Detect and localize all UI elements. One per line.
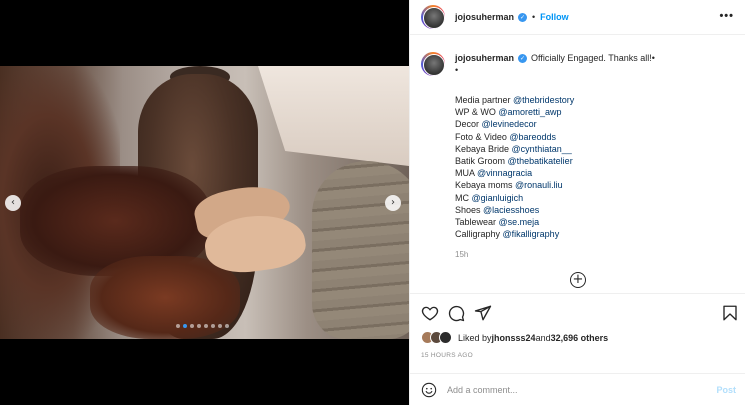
credit-mention-link[interactable]: @laciesshoes xyxy=(483,205,539,215)
next-slide-button[interactable]: › xyxy=(385,195,401,211)
caption-time[interactable]: 15h xyxy=(455,249,655,261)
credit-label: Foto & Video xyxy=(455,131,510,142)
credit-label: Kebaya moms xyxy=(455,180,516,191)
post-side-panel: jojosuherman ✓ • Follow ••• jojosuherman… xyxy=(409,0,745,405)
credit-mention-link[interactable]: @amoretti_awp xyxy=(498,107,561,117)
credit-mention-link[interactable]: @thebridestory xyxy=(513,95,574,105)
header-username[interactable]: jojosuherman xyxy=(455,12,514,22)
credit-line: Kebaya Bride @cynthiatan__ xyxy=(455,143,655,155)
likes-middle: and xyxy=(535,332,551,343)
credit-label: MUA xyxy=(455,168,478,179)
credit-line: Tablewear @se.meja xyxy=(455,216,655,228)
credit-label: MC xyxy=(455,192,472,203)
carousel-dots xyxy=(176,324,229,328)
carousel-dot xyxy=(225,324,229,328)
chevron-left-icon: ‹ xyxy=(11,197,15,208)
post-photo xyxy=(0,66,409,339)
caption-avatar[interactable] xyxy=(421,52,445,76)
bookmark-icon xyxy=(723,305,737,321)
credit-label: Batik Groom xyxy=(455,155,508,166)
credit-label: Tablewear xyxy=(455,216,499,227)
credit-label: Decor xyxy=(455,119,482,130)
credit-mention-link[interactable]: @thebatikatelier xyxy=(508,156,573,166)
avatar[interactable] xyxy=(421,5,445,29)
credit-line: MC @gianluigich xyxy=(455,192,655,204)
post-header: jojosuherman ✓ • Follow ••• xyxy=(410,0,745,35)
credit-mention-link[interactable]: @se.meja xyxy=(499,217,540,227)
credit-line: Calligraphy @fikalligraphy xyxy=(455,228,655,240)
likes-user-link[interactable]: jhonsss24 xyxy=(492,333,536,343)
credit-label: Shoes xyxy=(455,204,484,215)
paper-plane-icon xyxy=(474,305,492,321)
follow-button[interactable]: Follow xyxy=(540,12,569,22)
caption-username[interactable]: jojosuherman xyxy=(455,52,514,64)
carousel-dot xyxy=(183,324,187,328)
photo-pot xyxy=(312,161,409,339)
credit-mention-link[interactable]: @vinnagracia xyxy=(477,168,532,178)
credit-mention-link[interactable]: @fikalligraphy xyxy=(503,229,560,239)
photo-lamp xyxy=(258,66,409,166)
post-caption: jojosuherman ✓ Officially Engaged. Thank… xyxy=(421,52,731,261)
caption-body: jojosuherman ✓ Officially Engaged. Thank… xyxy=(455,52,655,261)
comment-button[interactable] xyxy=(447,304,465,322)
instagram-post-view: ‹ › jojosuherman ✓ • Follow ••• jojosuhe… xyxy=(0,0,745,405)
caption-lead: jojosuherman ✓ Officially Engaged. Thank… xyxy=(455,52,655,64)
post-media: ‹ › xyxy=(0,0,409,405)
comment-input[interactable] xyxy=(447,384,697,395)
comment-icon xyxy=(448,305,465,322)
prev-slide-button[interactable]: ‹ xyxy=(5,195,21,211)
credit-line: Kebaya moms @ronauli.liu xyxy=(455,179,655,191)
verified-badge-icon: ✓ xyxy=(518,53,528,63)
post-timestamp[interactable]: 15 HOURS AGO xyxy=(421,352,473,359)
carousel-dot xyxy=(190,324,194,328)
caption-credits: Media partner @thebridestory WP & WO @amo… xyxy=(455,94,655,240)
chevron-right-icon: › xyxy=(391,197,395,208)
credit-line: Media partner @thebridestory xyxy=(455,94,655,106)
credit-line: MUA @vinnagracia xyxy=(455,167,655,179)
credit-line: Shoes @laciesshoes xyxy=(455,204,655,216)
caption-bullet: • xyxy=(455,65,459,75)
carousel-dot xyxy=(197,324,201,328)
carousel-dot xyxy=(204,324,208,328)
like-button[interactable] xyxy=(421,304,439,322)
credit-line: Foto & Video @bareodds xyxy=(455,131,655,143)
likes-summary: Liked by jhonsss24 and 32,696 others xyxy=(421,331,608,344)
comment-composer: Post xyxy=(410,373,745,405)
credit-mention-link[interactable]: @ronauli.liu xyxy=(515,180,563,190)
credit-label: Calligraphy xyxy=(455,229,503,240)
emoji-icon[interactable] xyxy=(421,382,437,398)
carousel-dot xyxy=(176,324,180,328)
credit-label: WP & WO xyxy=(455,107,499,118)
liker-avatars xyxy=(421,331,452,344)
credit-line: Batik Groom @thebatikatelier xyxy=(455,155,655,167)
credit-label: Kebaya Bride xyxy=(455,143,512,154)
caption-text: Officially Engaged. Thanks all!• xyxy=(531,53,655,63)
save-button[interactable] xyxy=(721,304,739,322)
credit-mention-link[interactable]: @gianluigich xyxy=(472,193,524,203)
carousel-dot xyxy=(211,324,215,328)
share-button[interactable] xyxy=(474,304,492,322)
more-options-icon[interactable]: ••• xyxy=(719,10,734,22)
heart-icon xyxy=(421,306,439,321)
credit-mention-link[interactable]: @cynthiatan__ xyxy=(512,144,572,154)
avatar[interactable] xyxy=(439,331,452,344)
credit-label: Media partner xyxy=(455,95,514,105)
credit-mention-link[interactable]: @levinedecor xyxy=(482,119,537,129)
header-separator: • xyxy=(532,12,536,22)
likes-count-link[interactable]: 32,696 others xyxy=(551,333,609,343)
post-comment-button[interactable]: Post xyxy=(716,385,736,395)
likes-prefix: Liked by xyxy=(458,332,492,343)
post-actions xyxy=(410,293,745,331)
verified-badge-icon: ✓ xyxy=(518,12,528,22)
load-more-comments-icon[interactable]: + xyxy=(570,272,586,288)
credit-line: WP & WO @amoretti_awp xyxy=(455,106,655,118)
credit-mention-link[interactable]: @bareodds xyxy=(509,132,556,142)
carousel-dot xyxy=(218,324,222,328)
credit-line: Decor @levinedecor xyxy=(455,118,655,130)
